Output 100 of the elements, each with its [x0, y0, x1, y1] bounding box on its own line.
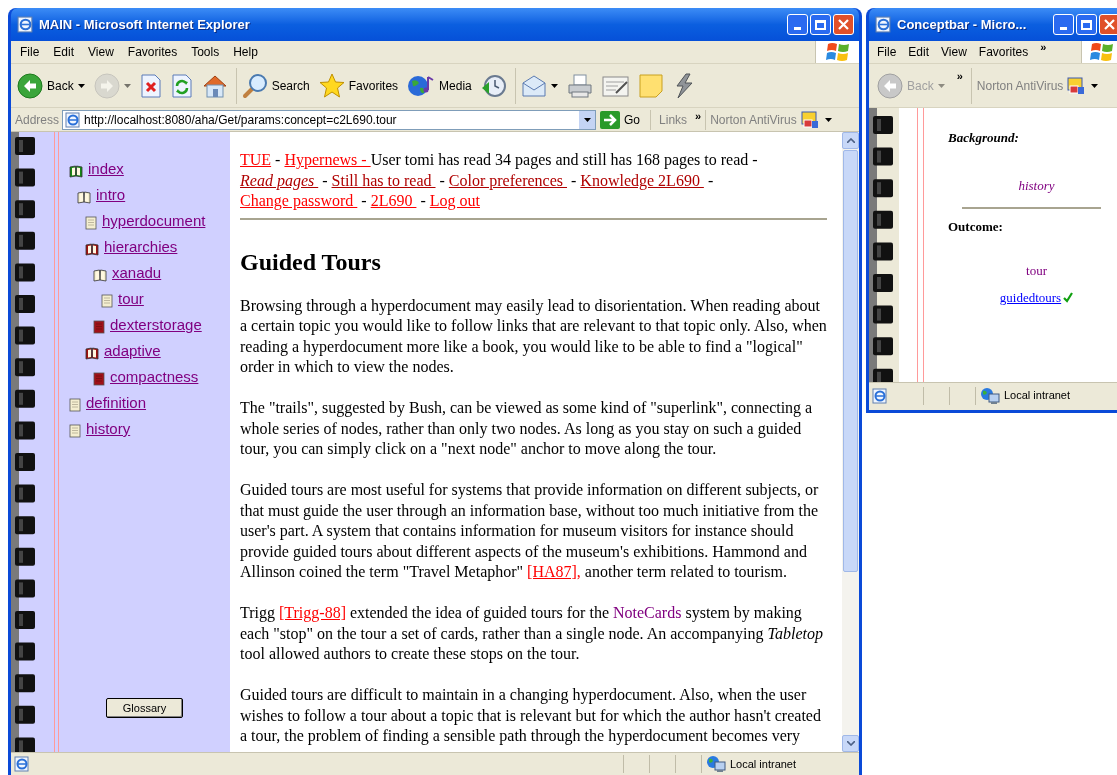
tree-link[interactable]: intro [96, 186, 126, 204]
tree-link[interactable]: hierarchies [104, 238, 178, 256]
scrollbar-thumb[interactable] [843, 150, 858, 572]
dropdown-caret-icon [77, 83, 85, 88]
menu-item[interactable]: File [871, 43, 903, 61]
nav-link[interactable]: Knowledge 2L690 [580, 171, 704, 189]
nav-text: - [570, 171, 578, 189]
nav-link[interactable]: Still has to read [331, 171, 436, 189]
concept-link[interactable]: guidedtours [999, 288, 1062, 308]
browser-page-icon [14, 756, 30, 772]
tree-link[interactable]: history [86, 420, 131, 438]
toolbar-button[interactable]: Back [15, 68, 87, 103]
minimize-icon [794, 27, 801, 30]
tree-link[interactable]: index [88, 160, 124, 178]
zone-label: Local intranet [730, 756, 797, 772]
chevron[interactable]: » [956, 68, 963, 85]
menu-item[interactable]: Help [226, 43, 265, 61]
page-heading: Guided Tours [240, 247, 382, 276]
maximize-icon [815, 19, 826, 30]
browser-page-icon [65, 111, 82, 128]
star-icon [318, 72, 345, 99]
house-icon [201, 73, 228, 98]
page-pencil-icon [601, 74, 630, 97]
book-icon [85, 243, 99, 256]
four-color-flag-icon [825, 41, 850, 63]
globe-computer-icon [706, 755, 726, 773]
menu-item[interactable]: Edit [46, 43, 82, 61]
nav-link[interactable]: Log out [429, 192, 480, 209]
paragraph: Guided tours are most useful for systems that provide information on different subjects, or that must guide the user through an information base, without too much initiative from the user's part. A system that contains information for museum visitors for instance should provide guided tours about different aspects of the museum's exhibitions. Hammond and Allinson coined the term "Travel Metaphor" [HA87], another term related to tourism. [240, 480, 820, 583]
chevron[interactable]: » [1034, 39, 1047, 61]
tree-link[interactable]: definition [86, 394, 147, 412]
nav-link[interactable]: Read pages [240, 171, 319, 189]
page-icon [93, 320, 105, 334]
nav-link[interactable]: Change password [240, 192, 358, 209]
maximize-button[interactable] [810, 14, 831, 35]
nav-text: - [321, 171, 329, 189]
nav-link[interactable]: Color preferences [448, 171, 567, 189]
toolbar-button[interactable]: Media [405, 68, 474, 103]
close-icon [838, 19, 849, 30]
tree-link[interactable]: tour [118, 290, 144, 308]
address-label: Address [15, 111, 61, 129]
minimize-button[interactable] [1053, 14, 1074, 35]
tree-link[interactable]: adaptive [104, 342, 161, 360]
minimize-icon [1060, 27, 1067, 30]
scroll-down-button[interactable] [842, 735, 859, 752]
tree-link[interactable]: xanadu [112, 264, 162, 282]
nav-link[interactable]: 2L690 [370, 192, 417, 209]
four-color-flag-icon [1090, 41, 1114, 63]
shield-monitor-icon [1067, 76, 1086, 95]
nav-text: - [706, 171, 715, 189]
menu-item[interactable]: File [13, 43, 47, 61]
open-book-icon [77, 191, 91, 204]
concept-link[interactable]: tour [1026, 260, 1047, 280]
scroll-up-button[interactable] [842, 132, 859, 149]
go-button[interactable]: Go [596, 110, 645, 129]
book-icon [69, 165, 83, 178]
menu-item[interactable]: View [81, 43, 121, 61]
menu-item[interactable]: Edit [902, 43, 936, 61]
tree-link[interactable]: compactness [110, 368, 199, 386]
menu-item[interactable]: View [935, 43, 973, 61]
page-cross-icon [139, 73, 162, 98]
close-icon [1104, 19, 1115, 30]
toolbar-button[interactable]: Search [239, 68, 312, 103]
page-refresh-icon [170, 73, 193, 98]
tree-link[interactable]: dexterstorage [110, 316, 202, 334]
nav-link[interactable]: TUE [240, 151, 272, 168]
toolbar-button[interactable]: Favorites [316, 68, 401, 103]
close-button[interactable] [833, 14, 854, 35]
minimize-button[interactable] [787, 14, 808, 35]
book-icon [85, 347, 99, 360]
page-icon [85, 216, 97, 230]
globe-computer-icon [980, 386, 1000, 405]
chevron[interactable]: » [687, 108, 706, 125]
reference-link[interactable]: [Trigg-88] [279, 604, 346, 621]
sticky-note-icon [638, 73, 663, 98]
shield-monitor-icon [800, 110, 819, 129]
menu-item[interactable]: Tools [184, 43, 227, 61]
address-field[interactable]: http://localhost:8080/aha/Get/params:concept=c2L690.tour [62, 109, 597, 130]
menu-item[interactable]: Favorites [120, 43, 185, 61]
page-icon [93, 372, 105, 386]
glossary-button[interactable]: Glossary [106, 698, 183, 718]
paragraph: Trigg [Trigg-88] extended the idea of guided tours for the NoteCards system by making each "stop" on the tour a set of cards, rather than a single node. An accompanying Tabletop tool allowed authors to create these stops on the tour. [240, 603, 824, 665]
close-button[interactable] [1099, 14, 1117, 35]
concept-link[interactable]: NoteCards [613, 604, 682, 621]
concept-link[interactable]: history [1018, 175, 1055, 195]
nav-link[interactable]: Hypernews - [284, 151, 371, 168]
reference-link[interactable]: [HA87], [527, 563, 581, 580]
nav-text: - [438, 171, 446, 189]
maximize-button[interactable] [1076, 14, 1097, 35]
menu-item[interactable]: Favorites [972, 43, 1035, 61]
window-title: MAIN - Microsoft Internet Explorer [39, 15, 251, 34]
dropdown-caret-icon [824, 117, 832, 122]
section-label: Background: [948, 129, 1020, 147]
tree-link[interactable]: hyperdocument [102, 212, 206, 230]
printer-icon [566, 73, 593, 98]
section-label: Outcome: [948, 218, 1004, 236]
page-icon [101, 294, 113, 308]
dropdown-caret-icon [937, 83, 945, 88]
globe-note-icon [407, 73, 436, 98]
page-icon [69, 398, 81, 412]
